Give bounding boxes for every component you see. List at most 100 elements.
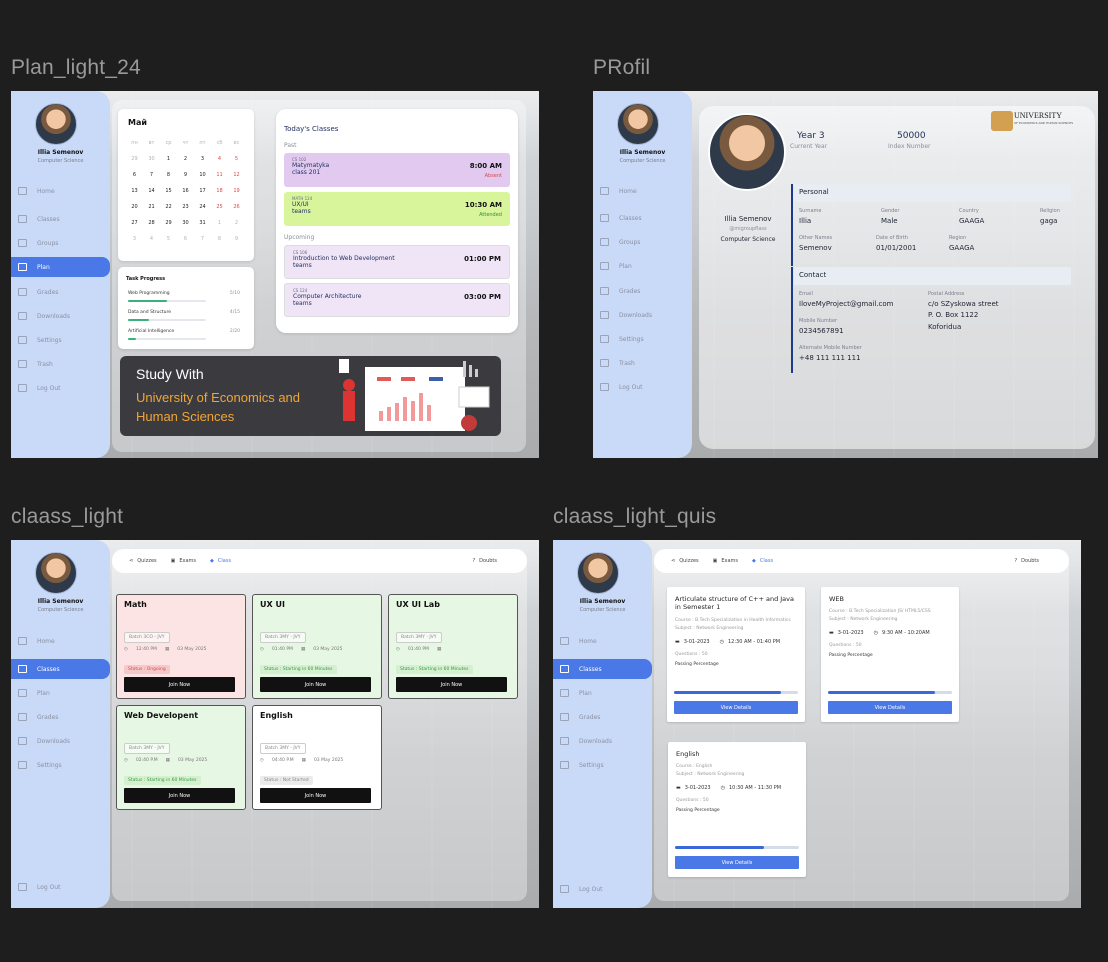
calendar-day[interactable]: 5 — [160, 233, 177, 245]
sidebar-item-logout[interactable]: Log Out — [11, 877, 110, 897]
sidebar-item-plan[interactable]: Plan — [11, 257, 110, 277]
calendar-day[interactable]: 7 — [143, 169, 160, 181]
tab-exams[interactable]: Exams — [179, 558, 196, 564]
calendar-day[interactable]: 5 — [228, 153, 245, 165]
sidebar-item-groups[interactable]: Groups — [11, 233, 110, 253]
avatar[interactable] — [617, 103, 659, 145]
sidebar-item-grades[interactable]: Grades — [11, 707, 110, 727]
calendar-day[interactable]: 13 — [126, 185, 143, 197]
calendar-day[interactable]: 31 — [194, 217, 211, 229]
calendar-day[interactable]: 6 — [126, 169, 143, 181]
calendar-day[interactable]: 20 — [126, 201, 143, 213]
sidebar-item-home[interactable]: Home — [11, 181, 110, 201]
calendar-day[interactable]: 9 — [228, 233, 245, 245]
sidebar-item-trash[interactable]: Trash — [593, 353, 692, 373]
tab-doubts[interactable]: Doubts — [1021, 558, 1039, 564]
avatar[interactable] — [35, 552, 77, 594]
tab-class[interactable]: Class — [218, 558, 231, 564]
sidebar-item-downloads[interactable]: Downloads — [11, 731, 110, 751]
tab-exams[interactable]: Exams — [721, 558, 738, 564]
calendar-day[interactable]: 19 — [228, 185, 245, 197]
view-details-button[interactable]: View Details — [675, 856, 799, 869]
calendar-day[interactable]: 29 — [126, 153, 143, 165]
view-details-button[interactable]: View Details — [828, 701, 952, 714]
class-item[interactable]: CS 124 Computer Architecture teams 03:00… — [284, 283, 510, 317]
calendar-day[interactable]: 1 — [211, 217, 228, 229]
join-now-button[interactable]: Join Now — [396, 677, 507, 692]
calendar-day[interactable]: 23 — [177, 201, 194, 213]
profile-photo[interactable] — [708, 113, 786, 191]
calendar-day[interactable]: 4 — [211, 153, 228, 165]
view-details-button[interactable]: View Details — [674, 701, 798, 714]
calendar-day[interactable]: 1 — [160, 153, 177, 165]
sidebar-item-classes[interactable]: Classes — [11, 659, 110, 679]
class-item[interactable]: MATH 124 UX/UI teams 10:30 AM Attended — [284, 192, 510, 226]
sidebar-item-settings[interactable]: Settings — [11, 330, 110, 350]
class-card[interactable]: UX UI Batch 3MY - JVY ◷ 01:40 PM ▦ 03 May 202… — [252, 594, 382, 699]
avatar[interactable] — [35, 103, 77, 145]
calendar-day[interactable]: 28 — [143, 217, 160, 229]
sidebar-item-grades[interactable]: Grades — [553, 707, 652, 727]
calendar-day[interactable]: 10 — [194, 169, 211, 181]
calendar-day[interactable]: 27 — [126, 217, 143, 229]
calendar-day[interactable]: 21 — [143, 201, 160, 213]
calendar-day[interactable]: 11 — [211, 169, 228, 181]
sidebar-item-home[interactable]: Home — [593, 181, 692, 201]
class-card[interactable]: UX UI Lab Batch 3MY - JVY ◷ 01:40 PM ▦ Status… — [388, 594, 518, 699]
calendar-day[interactable]: 30 — [177, 217, 194, 229]
sidebar-item-logout[interactable]: Log Out — [593, 377, 692, 397]
calendar-day[interactable]: 26 — [228, 201, 245, 213]
calendar-day[interactable]: 24 — [194, 201, 211, 213]
class-item[interactable]: CS 106 Introduction to Web Development t… — [284, 245, 510, 279]
sidebar-item-plan[interactable]: Plan — [11, 683, 110, 703]
quiz-card[interactable]: WEB Course : B.Tech Specialization JS/ HT… — [821, 587, 959, 722]
email-value[interactable]: IloveMyProject@gmail.com — [799, 300, 894, 308]
sidebar-item-settings[interactable]: Settings — [593, 329, 692, 349]
sidebar-item-classes[interactable]: Classes — [553, 659, 652, 679]
sidebar-item-downloads[interactable]: Downloads — [553, 731, 652, 751]
sidebar-item-plan[interactable]: Plan — [553, 683, 652, 703]
calendar-day[interactable]: 30 — [143, 153, 160, 165]
calendar-day[interactable]: 4 — [143, 233, 160, 245]
tab-class[interactable]: Class — [760, 558, 773, 564]
sidebar-item-logout[interactable]: Log Out — [11, 378, 110, 398]
task-item[interactable]: Artificial Intelligence 2/20 — [128, 329, 240, 340]
quiz-card[interactable]: Articulate structure of C++ and Java in … — [667, 587, 805, 722]
tab-quizzes[interactable]: Quizzes — [137, 558, 156, 564]
avatar[interactable] — [577, 552, 619, 594]
calendar-day[interactable]: 12 — [228, 169, 245, 181]
calendar-day[interactable]: 8 — [160, 169, 177, 181]
class-card[interactable]: Math Batch 3CO - JVY ◷ 12:40 PM ▦ 03 May 2025… — [116, 594, 246, 699]
join-now-button[interactable]: Join Now — [124, 677, 235, 692]
sidebar-item-trash[interactable]: Trash — [11, 354, 110, 374]
class-card[interactable]: Web Developent Batch 3MY - JVY ◷ 02:40 P.M ▦… — [116, 705, 246, 810]
join-now-button[interactable]: Join Now — [124, 788, 235, 803]
sidebar-item-home[interactable]: Home — [553, 631, 652, 651]
join-now-button[interactable]: Join Now — [260, 677, 371, 692]
sidebar-item-settings[interactable]: Settings — [553, 755, 652, 775]
sidebar-item-logout[interactable]: Log Out — [553, 879, 652, 899]
calendar-day[interactable]: 8 — [211, 233, 228, 245]
sidebar-item-downloads[interactable]: Downloads — [11, 306, 110, 326]
calendar-day[interactable]: 15 — [160, 185, 177, 197]
sidebar-item-groups[interactable]: Groups — [593, 232, 692, 252]
calendar-day[interactable]: 14 — [143, 185, 160, 197]
calendar-day[interactable]: 17 — [194, 185, 211, 197]
sidebar-item-downloads[interactable]: Downloads — [593, 305, 692, 325]
task-item[interactable]: Web Programming 5/10 — [128, 291, 240, 302]
sidebar-item-settings[interactable]: Settings — [11, 755, 110, 775]
calendar-day[interactable]: 29 — [160, 217, 177, 229]
sidebar-item-classes[interactable]: Classes — [11, 209, 110, 229]
calendar-day[interactable]: 2 — [177, 153, 194, 165]
join-now-button[interactable]: Join Now — [260, 788, 371, 803]
sidebar-item-plan[interactable]: Plan — [593, 256, 692, 276]
task-item[interactable]: Data and Structure 4/15 — [128, 310, 240, 321]
sidebar-item-grades[interactable]: Grades — [11, 282, 110, 302]
sidebar-item-grades[interactable]: Grades — [593, 281, 692, 301]
calendar-day[interactable]: 3 — [126, 233, 143, 245]
calendar-day[interactable]: 7 — [194, 233, 211, 245]
calendar-day[interactable]: 9 — [177, 169, 194, 181]
calendar-day[interactable]: 25 — [211, 201, 228, 213]
calendar-day[interactable]: 3 — [194, 153, 211, 165]
tab-doubts[interactable]: Doubts — [479, 558, 497, 564]
